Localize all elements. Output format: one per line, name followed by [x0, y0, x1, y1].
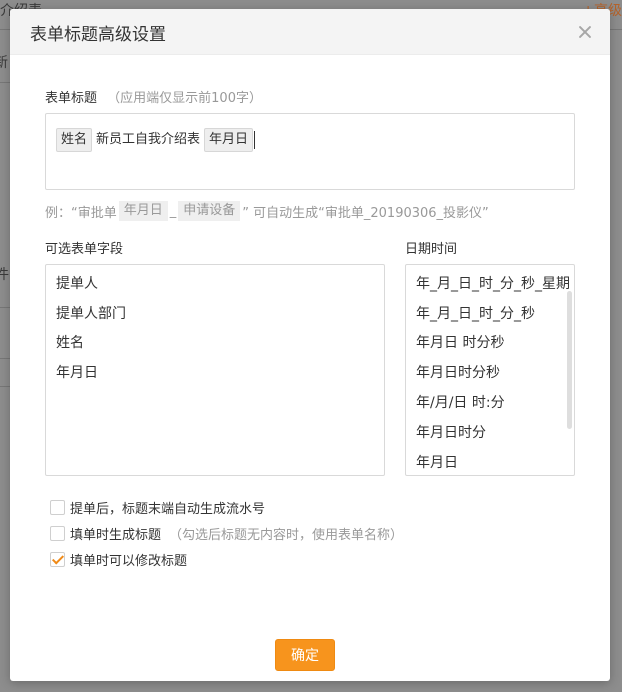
optional-fields-label: 可选表单字段 — [45, 242, 124, 257]
list-item[interactable]: 年月日 时分秒 — [416, 332, 504, 352]
option-serial-number[interactable]: 提单后，标题末端自动生成流水号 — [50, 498, 265, 517]
list-item[interactable]: 年月日时分 — [416, 422, 486, 442]
confirm-button[interactable]: 确定 — [275, 639, 335, 671]
generate-title-checkbox[interactable] — [50, 526, 65, 541]
title-token-chip[interactable]: 姓名 — [56, 128, 93, 152]
form-title-label: 表单标题 （应用端仅显示前100字） — [45, 87, 262, 106]
optional-fields-list[interactable]: 提单人 提单人部门 姓名 年月日 — [45, 264, 385, 476]
option-hint: （勾选后标题无内容时，使用表单名称） — [169, 528, 404, 543]
option-generate-title[interactable]: 填单时生成标题 （勾选后标题无内容时，使用表单名称） — [50, 524, 403, 543]
bg-text-fragment: 件 — [0, 267, 9, 283]
edit-title-checkbox[interactable] — [50, 552, 65, 567]
title-token-chip[interactable]: 年月日 — [204, 128, 254, 152]
list-item[interactable]: 姓名 — [56, 332, 84, 352]
list-item[interactable]: 提单人 — [56, 273, 98, 293]
title-settings-dialog: 表单标题高级设置 表单标题 （应用端仅显示前100字） 姓名 新员工自我介绍表 … — [10, 9, 610, 681]
list-item[interactable]: 年月日 — [56, 362, 98, 382]
list-item[interactable]: 年_月_日_时_分_秒 — [416, 303, 535, 323]
serial-number-checkbox[interactable] — [50, 500, 65, 515]
example-prefix: 例：“审批单 — [45, 205, 117, 221]
option-edit-title[interactable]: 填单时可以修改标题 — [50, 550, 187, 569]
list-scrollbar[interactable] — [567, 291, 572, 429]
example-hint: 例：“审批单 年月日 _ 申请设备 ” 可自动生成“审批单_20190306_投… — [45, 201, 489, 221]
form-title-hint: （应用端仅显示前100字） — [107, 91, 262, 106]
text-cursor — [254, 131, 256, 149]
date-time-label: 日期时间 — [405, 242, 458, 257]
form-title-label-text: 表单标题 — [45, 91, 98, 106]
option-label: 填单时可以修改标题 — [70, 554, 188, 569]
list-item[interactable]: 年月日时分秒 — [416, 362, 500, 382]
dialog-header: 表单标题高级设置 — [10, 9, 610, 55]
example-suffix: ” 可自动生成“审批单_20190306_投影仪” — [242, 205, 489, 221]
example-chip: 年月日 — [118, 201, 168, 221]
close-icon[interactable] — [574, 21, 596, 43]
example-chip: 申请设备 — [178, 201, 241, 221]
dialog-title: 表单标题高级设置 — [30, 25, 166, 45]
list-item[interactable]: 年月日 — [416, 452, 458, 472]
list-item[interactable]: 提单人部门 — [56, 303, 126, 323]
date-time-list[interactable]: 年_月_日_时_分_秒_星期 年_月_日_时_分_秒 年月日 时分秒 年月日时分… — [405, 264, 575, 476]
option-label: 提单后，标题末端自动生成流水号 — [70, 502, 266, 517]
form-title-tokens: 姓名 新员工自我介绍表 年月日 — [56, 128, 256, 152]
bg-text-fragment: 新 — [0, 55, 8, 71]
list-item[interactable]: 年_月_日_时_分_秒_星期 — [416, 273, 570, 293]
example-separator: _ — [169, 203, 177, 219]
list-item[interactable]: 年/月/日 时:分 — [416, 392, 505, 412]
title-token-text: 新员工自我介绍表 — [96, 132, 201, 147]
option-label: 填单时生成标题 — [70, 528, 162, 543]
form-title-editor[interactable]: 姓名 新员工自我介绍表 年月日 — [45, 113, 575, 190]
bg-divider — [610, 29, 622, 30]
